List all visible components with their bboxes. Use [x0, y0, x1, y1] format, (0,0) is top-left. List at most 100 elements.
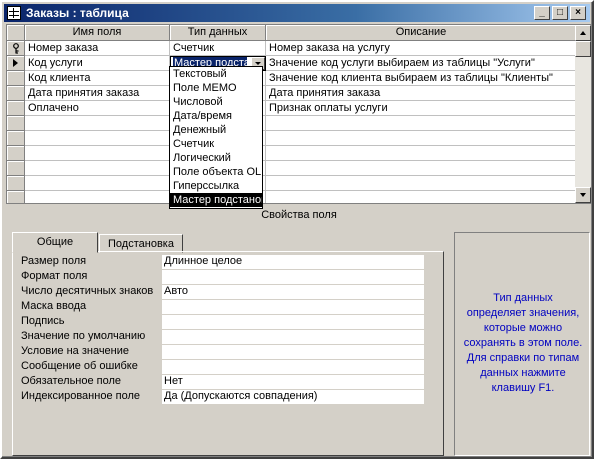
property-label: Число десятичных знаков	[21, 285, 154, 297]
tab-general[interactable]: Общие	[12, 232, 98, 253]
description-cell[interactable]	[266, 191, 577, 203]
description-cell[interactable]: Признак оплаты услуги	[266, 101, 577, 116]
table-row[interactable]	[7, 146, 577, 161]
dropdown-option-hyperlink[interactable]: Гиперссылка	[170, 179, 262, 193]
row-selector[interactable]	[7, 56, 25, 71]
grid-header: Имя поля Тип данных Описание	[7, 25, 577, 41]
property-label: Подпись	[21, 315, 65, 327]
table-row[interactable]	[7, 161, 577, 176]
description-cell[interactable]: Значение код услуги выбираем из таблицы …	[266, 56, 577, 71]
row-selector[interactable]	[7, 176, 25, 191]
field-name-cell[interactable]: Код клиента	[25, 71, 170, 86]
property-label: Значение по умолчанию	[21, 330, 146, 342]
dropdown-option-text[interactable]: Текстовый	[170, 67, 262, 81]
table-row[interactable]: Дата принятия заказа Дата принятия заказ…	[7, 86, 577, 101]
dropdown-option-lookup-wizard[interactable]: Мастер подстановок	[170, 193, 262, 207]
dropdown-option-number[interactable]: Числовой	[170, 95, 262, 109]
field-name-cell[interactable]	[25, 131, 170, 146]
data-type-cell[interactable]: Счетчик	[170, 41, 266, 56]
header-selector[interactable]	[7, 25, 25, 41]
property-validation-text[interactable]	[162, 360, 424, 374]
description-cell[interactable]	[266, 131, 577, 146]
help-panel: Тип данных определяет значения, которые …	[454, 232, 590, 456]
field-properties-title: Свойства поля	[261, 209, 337, 221]
column-header-field-name[interactable]: Имя поля	[25, 25, 170, 41]
field-name-cell[interactable]	[25, 161, 170, 176]
minimize-button[interactable]: _	[534, 6, 550, 20]
field-grid: Имя поля Тип данных Описание Номер заказ…	[6, 24, 592, 204]
close-button[interactable]: ×	[570, 6, 586, 20]
table-row[interactable]: Код услуги Мастер подстановок Значение к…	[7, 56, 577, 71]
scroll-down-button[interactable]	[575, 187, 591, 203]
column-header-data-type[interactable]: Тип данных	[170, 25, 266, 41]
field-name-cell[interactable]: Код услуги	[25, 56, 170, 71]
property-field-size[interactable]: Длинное целое	[162, 255, 424, 269]
grid-vertical-scrollbar[interactable]	[575, 25, 591, 203]
row-selector[interactable]	[7, 71, 25, 86]
property-label: Сообщение об ошибке	[21, 360, 138, 372]
description-cell[interactable]: Номер заказа на услугу	[266, 41, 577, 56]
property-label: Формат поля	[21, 270, 88, 282]
property-indexed[interactable]: Да (Допускаются совпадения)	[162, 390, 424, 404]
property-validation-rule[interactable]	[162, 345, 424, 359]
row-selector[interactable]	[7, 41, 25, 56]
dropdown-option-boolean[interactable]: Логический	[170, 151, 262, 165]
field-name-cell[interactable]	[25, 176, 170, 191]
data-type-dropdown-list[interactable]: Текстовый Поле MEMO Числовой Дата/время …	[169, 66, 263, 209]
row-selector[interactable]	[7, 146, 25, 161]
table-row[interactable]: Номер заказа Счетчик Номер заказа на усл…	[7, 41, 577, 56]
field-name-cell[interactable]: Оплачено	[25, 101, 170, 116]
field-name-cell[interactable]: Дата принятия заказа	[25, 86, 170, 101]
row-selector[interactable]	[7, 131, 25, 146]
property-label: Условие на значение	[21, 345, 130, 357]
current-row-arrow-icon	[13, 59, 18, 67]
table-row[interactable]: Оплачено Признак оплаты услуги	[7, 101, 577, 116]
dropdown-option-memo[interactable]: Поле MEMO	[170, 81, 262, 95]
title-bar[interactable]: Заказы : таблица _ □ ×	[4, 4, 590, 22]
maximize-button[interactable]: □	[552, 6, 568, 20]
description-cell[interactable]: Значение код клиента выбираем из таблицы…	[266, 71, 577, 86]
table-row[interactable]	[7, 131, 577, 146]
scroll-thumb[interactable]	[575, 41, 591, 57]
row-selector[interactable]	[7, 161, 25, 176]
help-text: Тип данных определяет значения, которые …	[463, 292, 583, 394]
row-selector[interactable]	[7, 86, 25, 101]
dropdown-option-ole[interactable]: Поле объекта OLE	[170, 165, 262, 179]
table-row[interactable]: Код клиента Значение код клиента выбирае…	[7, 71, 577, 86]
field-name-cell[interactable]	[25, 146, 170, 161]
table-icon	[7, 6, 21, 20]
property-label: Обязательное поле	[21, 375, 122, 387]
property-label: Маска ввода	[21, 300, 87, 312]
property-format[interactable]	[162, 270, 424, 284]
property-decimal-places[interactable]: Авто	[162, 285, 424, 299]
description-cell[interactable]	[266, 146, 577, 161]
property-input-mask[interactable]	[162, 300, 424, 314]
column-header-description[interactable]: Описание	[266, 25, 577, 41]
dropdown-option-autonumber[interactable]: Счетчик	[170, 137, 262, 151]
field-name-cell[interactable]	[25, 191, 170, 203]
field-name-cell[interactable]: Номер заказа	[25, 41, 170, 56]
window-title: Заказы : таблица	[26, 6, 129, 20]
primary-key-icon	[13, 43, 19, 54]
description-cell[interactable]	[266, 176, 577, 191]
row-selector[interactable]	[7, 116, 25, 131]
description-cell[interactable]: Дата принятия заказа	[266, 86, 577, 101]
property-caption[interactable]	[162, 315, 424, 329]
scroll-up-button[interactable]	[575, 25, 591, 41]
dropdown-option-datetime[interactable]: Дата/время	[170, 109, 262, 123]
table-design-window: Заказы : таблица _ □ × Имя поля Тип данн…	[0, 0, 594, 459]
row-selector[interactable]	[7, 191, 25, 203]
description-cell[interactable]	[266, 161, 577, 176]
field-name-cell[interactable]	[25, 116, 170, 131]
property-label: Индексированное поле	[21, 390, 140, 402]
table-row[interactable]	[7, 176, 577, 191]
property-label: Размер поля	[21, 255, 87, 267]
property-required[interactable]: Нет	[162, 375, 424, 389]
description-cell[interactable]	[266, 116, 577, 131]
dropdown-option-currency[interactable]: Денежный	[170, 123, 262, 137]
table-row[interactable]	[7, 191, 577, 203]
table-row[interactable]	[7, 116, 577, 131]
row-selector[interactable]	[7, 101, 25, 116]
property-default-value[interactable]	[162, 330, 424, 344]
field-properties-panel: Размер поля Длинное целое Формат поля Чи…	[12, 251, 444, 456]
